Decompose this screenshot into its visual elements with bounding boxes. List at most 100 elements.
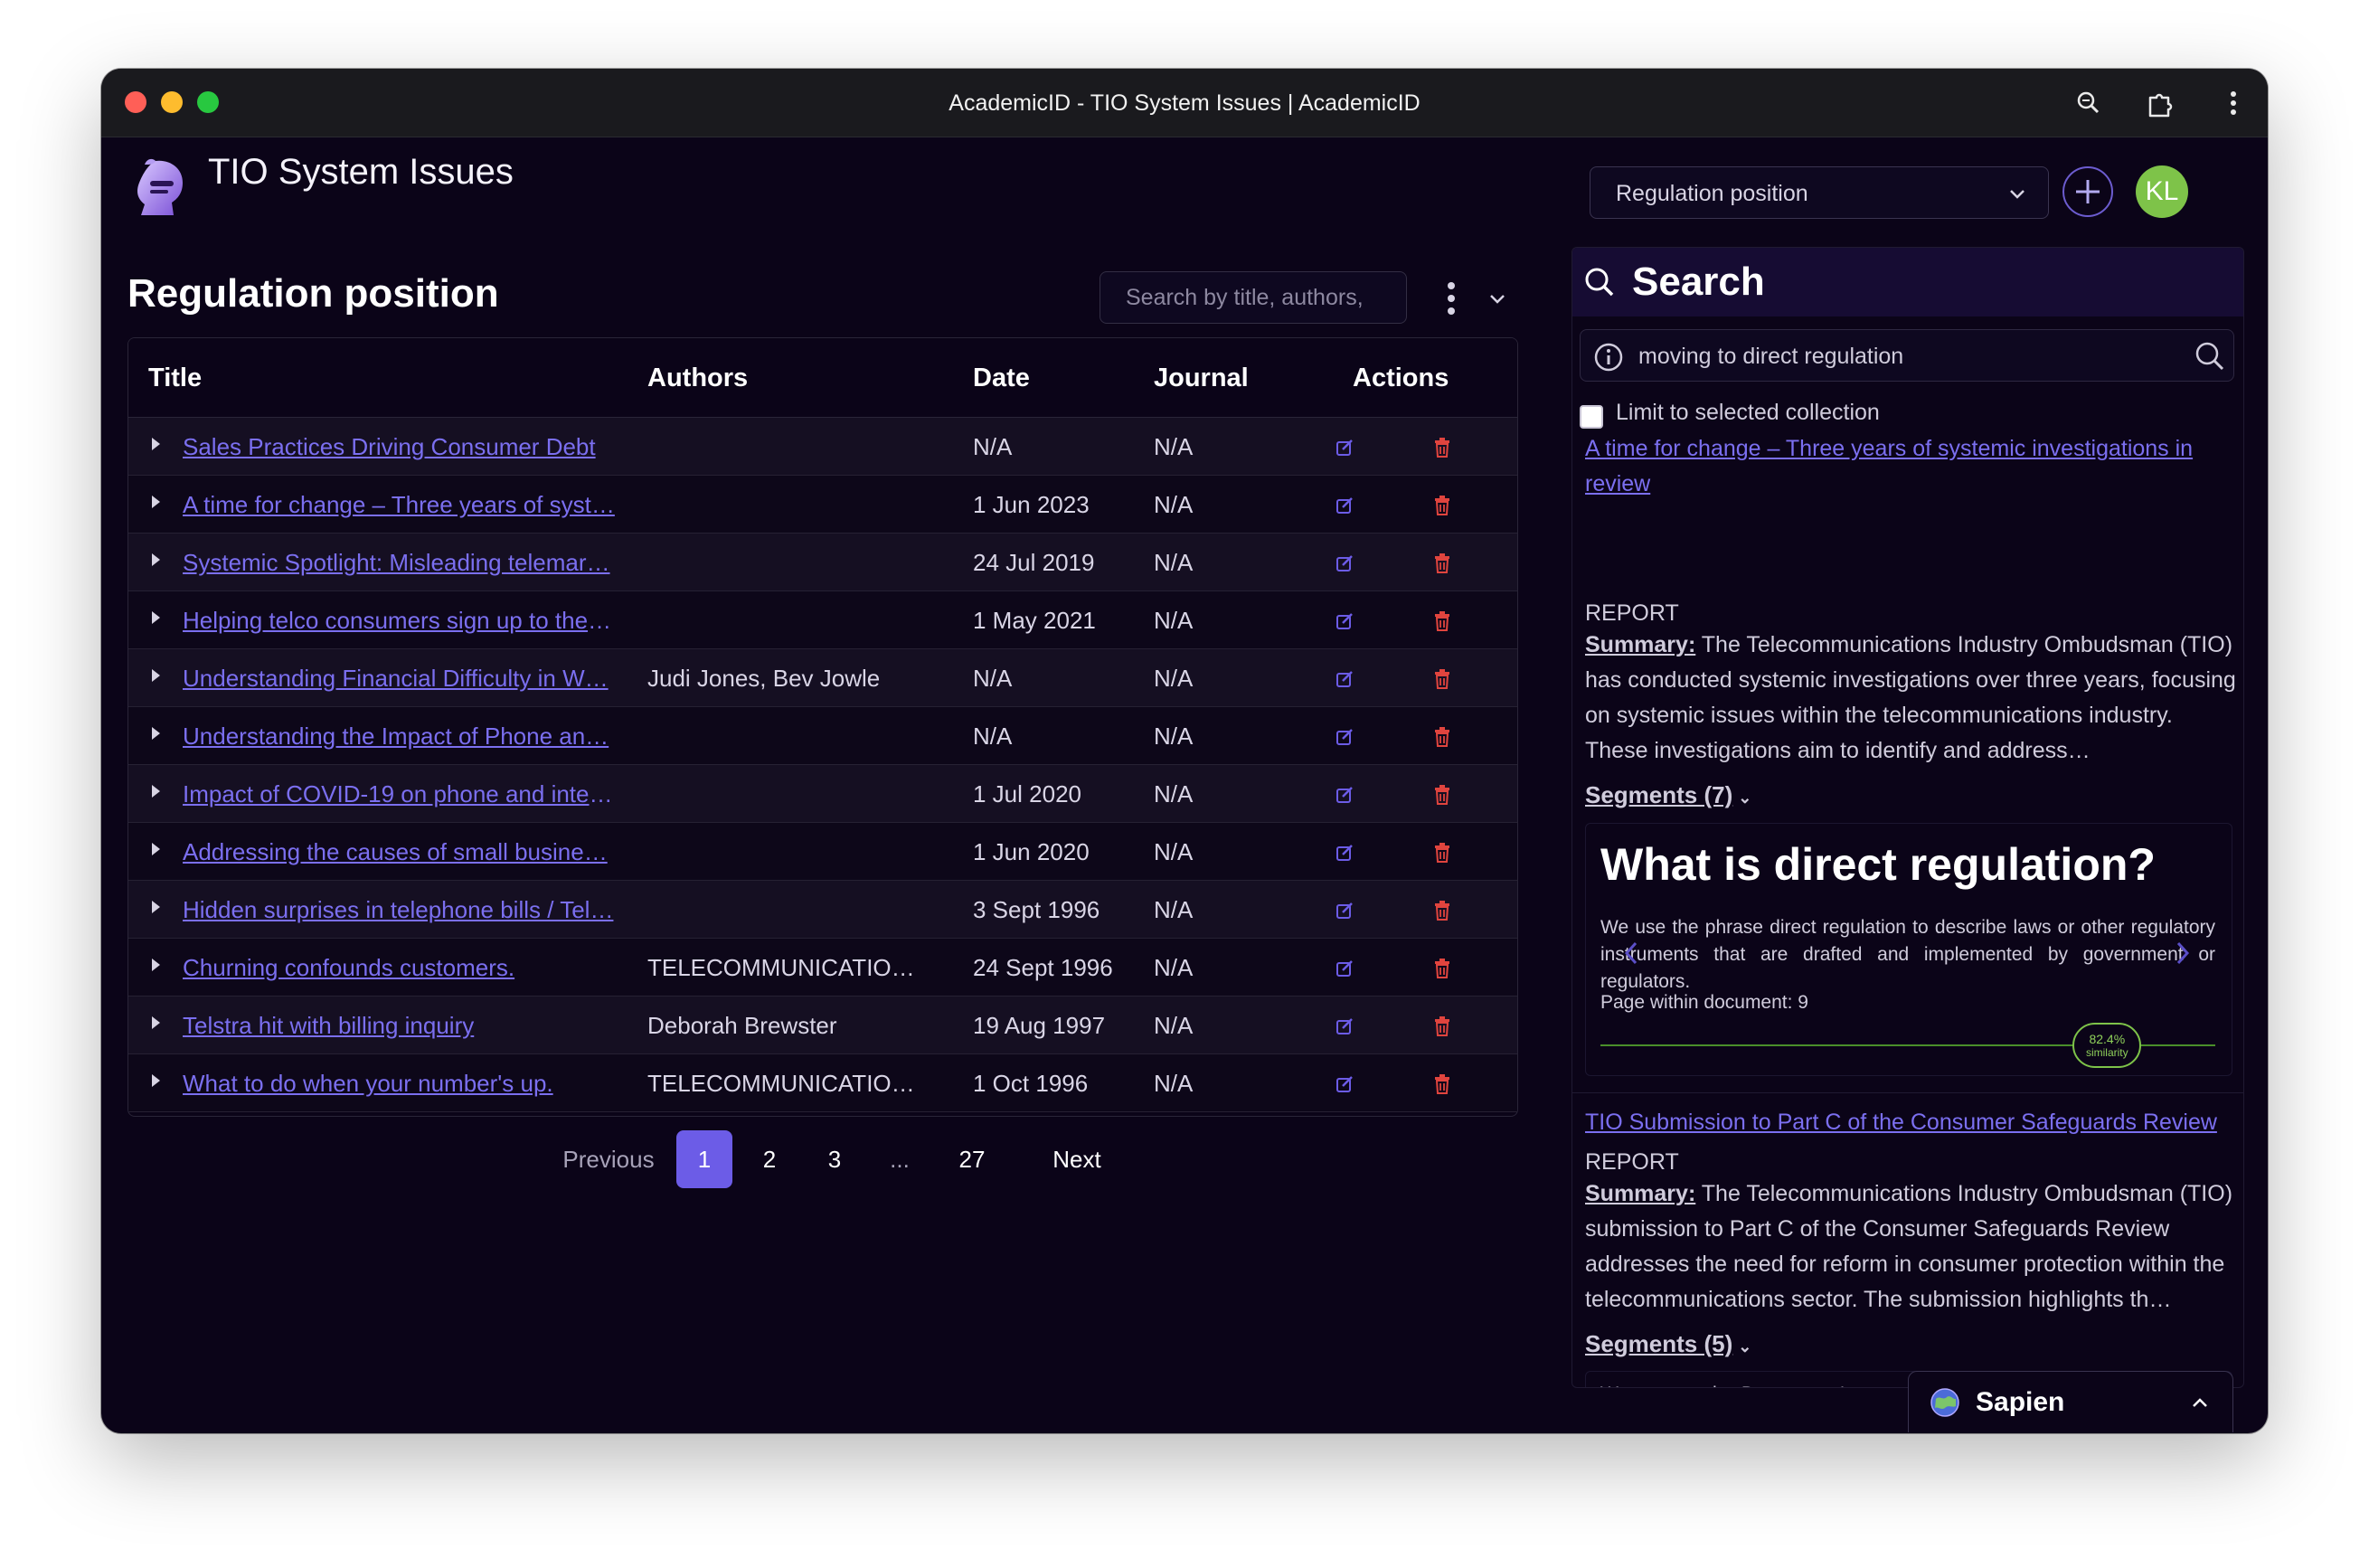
edit-icon[interactable] [1335,669,1354,689]
pagination-page-1[interactable]: 1 [676,1130,732,1188]
search-query-text[interactable]: moving to direct regulation [1638,330,1903,383]
row-title-link[interactable]: Understanding Financial Difficulty in W… [183,649,617,707]
delete-icon[interactable] [1432,842,1452,864]
collection-select[interactable]: Regulation position [1590,166,2049,219]
row-journal: N/A [1154,549,1194,576]
edit-icon[interactable] [1335,959,1354,978]
result-1-summary: Summary: The Telecommunications Industry… [1585,628,2238,769]
edit-icon[interactable] [1335,611,1354,631]
limit-collection-label[interactable]: Limit to selected collection [1616,400,1880,426]
expand-row-icon[interactable] [152,438,160,450]
row-title-link[interactable]: Hidden surprises in telephone bills / Te… [183,881,617,939]
document-search-input[interactable] [1100,271,1407,324]
row-title-link[interactable]: Helping telco consumers sign up to the … [183,591,617,649]
pagination-page-2[interactable]: 2 [741,1130,798,1188]
delete-icon[interactable] [1432,900,1452,921]
carousel-prev-icon[interactable] [1622,940,1640,971]
row-title-link[interactable]: Understanding the Impact of Phone an… [183,707,617,765]
user-avatar[interactable]: KL [2136,165,2188,218]
sapien-assistant-tab[interactable]: Sapien [1908,1371,2233,1432]
submit-search-icon[interactable] [2194,340,2226,377]
result-1-title-link[interactable]: A time for change – Three years of syste… [1585,431,2238,502]
search-icon [1581,264,1618,305]
result-2-title-link[interactable]: TIO Submission to Part C of the Consumer… [1585,1105,2238,1140]
row-title-link[interactable]: Churning confounds customers. [183,939,617,997]
zoom-search-icon[interactable] [2072,87,2105,119]
row-date: 24 Jul 2019 [973,549,1095,576]
carousel-next-icon[interactable] [2174,940,2192,971]
edit-icon[interactable] [1335,727,1354,747]
expand-row-icon[interactable] [152,496,160,508]
table-row: Systemic Spotlight: Misleading telemar… 2… [128,534,1517,591]
edit-icon[interactable] [1335,901,1354,921]
row-title-link[interactable]: Sales Practices Driving Consumer Debt [183,418,617,476]
pagination-next[interactable]: Next [1027,1130,1127,1188]
result-divider [1572,1092,2243,1093]
chevron-up-icon[interactable] [2189,1392,2211,1418]
chevron-down-icon: ⌄ [1738,789,1752,807]
chevron-down-icon [2006,184,2028,205]
expand-row-icon[interactable] [152,901,160,913]
delete-icon[interactable] [1432,1015,1452,1037]
delete-icon[interactable] [1432,958,1452,979]
limit-collection-checkbox[interactable] [1580,405,1603,429]
edit-icon[interactable] [1335,496,1354,515]
result-2-segments-toggle[interactable]: Segments (5) ⌄ [1585,1330,1751,1358]
row-title-link[interactable]: A time for change – Three years of syst… [183,476,617,534]
row-title-link[interactable]: Telstra hit with billing inquiry [183,997,617,1054]
expand-row-icon[interactable] [152,785,160,798]
semantic-search-field[interactable]: moving to direct regulation [1580,329,2234,382]
delete-icon[interactable] [1432,726,1452,748]
pagination-page-3[interactable]: 3 [807,1130,863,1188]
delete-icon[interactable] [1432,668,1452,690]
pagination-previous[interactable]: Previous [550,1130,667,1188]
edit-icon[interactable] [1335,438,1354,458]
column-journal[interactable]: Journal [1154,338,1249,418]
expand-row-icon[interactable] [152,959,160,971]
result-1-segments-label: Segments (7) [1585,781,1733,808]
column-authors[interactable]: Authors [647,338,748,418]
collapse-chevron-icon[interactable] [1485,286,1510,311]
expand-row-icon[interactable] [152,1074,160,1087]
delete-icon[interactable] [1432,1073,1452,1095]
extensions-icon[interactable] [2145,87,2177,119]
table-options-icon[interactable] [1439,277,1463,320]
edit-icon[interactable] [1335,785,1354,805]
delete-icon[interactable] [1432,784,1452,806]
expand-row-icon[interactable] [152,727,160,740]
expand-row-icon[interactable] [152,843,160,855]
knight-logo-icon [128,156,192,221]
edit-icon[interactable] [1335,1074,1354,1094]
search-panel: Search moving to direct regulation Limit… [1571,247,2244,1388]
segment-text: We use the phrase direct regulation to d… [1600,917,2215,992]
add-collection-button[interactable] [2062,166,2113,217]
row-title-link[interactable]: Systemic Spotlight: Misleading telemar… [183,534,617,591]
chevron-down-icon: ⌄ [1738,1337,1752,1355]
column-date[interactable]: Date [973,338,1030,418]
expand-row-icon[interactable] [152,611,160,624]
delete-icon[interactable] [1432,610,1452,632]
column-title[interactable]: Title [148,338,202,418]
row-date: N/A [973,433,1013,460]
edit-icon[interactable] [1335,843,1354,863]
row-date: 1 Jun 2020 [973,838,1090,865]
delete-icon[interactable] [1432,495,1452,516]
expand-row-icon[interactable] [152,1016,160,1029]
info-icon[interactable] [1593,342,1624,377]
row-title-link[interactable]: Impact of COVID-19 on phone and inter… [183,765,617,823]
edit-icon[interactable] [1335,1016,1354,1036]
expand-row-icon[interactable] [152,669,160,682]
delete-icon[interactable] [1432,437,1452,458]
row-date: 24 Sept 1996 [973,954,1113,981]
pagination-page-27[interactable]: 27 [944,1130,1000,1188]
row-title-link[interactable]: What to do when your number's up. [183,1054,617,1112]
documents-table: Title Authors Date Journal Actions Sales… [127,337,1518,1117]
edit-icon[interactable] [1335,553,1354,573]
result-1-segments-toggle[interactable]: Segments (7) ⌄ [1585,781,1751,809]
row-journal: N/A [1154,780,1194,808]
row-title-link[interactable]: Addressing the causes of small busine… [183,823,617,881]
more-menu-icon[interactable] [2217,87,2250,119]
expand-row-icon[interactable] [152,553,160,566]
segment-page-number: Page within document: 9 [1600,992,1808,1013]
delete-icon[interactable] [1432,553,1452,574]
